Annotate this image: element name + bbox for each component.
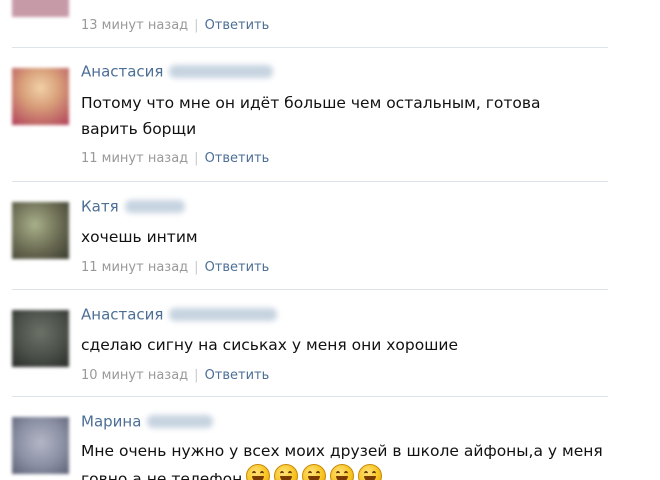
comment-text: Потому что мне он идёт больше чем осталь… <box>81 94 541 138</box>
comment-text: хочешь интим <box>81 228 198 246</box>
author-name[interactable]: Марина <box>81 413 141 431</box>
comment-time: 13 минут назад <box>81 18 189 33</box>
avatar[interactable] <box>12 202 69 259</box>
author-surname-blurred <box>169 308 278 321</box>
comment-time: 11 минут назад <box>81 151 189 166</box>
comment-item: 13 минут назад | Ответить <box>0 0 608 48</box>
avatar[interactable] <box>12 68 69 125</box>
avatar[interactable] <box>12 310 69 367</box>
comment-meta: 11 минут назад | Ответить <box>81 259 269 277</box>
grinning-face-icon <box>302 464 327 480</box>
comment-item: Катя хочешь интим 11 минут назад | Ответит… <box>0 182 608 290</box>
comment-text: сделаю сигну на сиськах у меня они хорош… <box>81 336 459 354</box>
meta-separator: | <box>194 260 199 275</box>
avatar[interactable] <box>12 0 69 17</box>
reply-link[interactable]: Ответить <box>205 151 270 166</box>
author-row: Анастасия <box>81 304 278 326</box>
author-surname-blurred <box>147 415 214 428</box>
comment-meta: 10 минут назад | Ответить <box>81 367 269 385</box>
comments-feed: 13 минут назад | Ответить Анастасия Потому… <box>0 0 660 480</box>
reply-link[interactable]: Ответить <box>205 368 270 383</box>
author-name[interactable]: Анастасия <box>81 306 163 324</box>
meta-separator: | <box>194 368 199 383</box>
comment-time: 10 минут назад <box>81 368 189 383</box>
author-surname-blurred <box>124 200 185 213</box>
comment-time: 11 минут назад <box>81 260 189 275</box>
comment-meta: 11 минут назад | Ответить <box>81 150 269 168</box>
author-name[interactable]: Анастасия <box>81 63 163 81</box>
meta-separator: | <box>194 151 199 166</box>
comment-item: Марина Мне очень нужно у всех моих друзе… <box>0 397 608 480</box>
comment-text: Мне очень нужно у всех моих друзей в шко… <box>81 438 609 480</box>
comment-item: Анастасия сделаю сигну на сиськах у меня… <box>0 290 608 396</box>
comment-meta: 13 минут назад | Ответить <box>81 17 269 35</box>
reply-link[interactable]: Ответить <box>205 18 270 33</box>
reply-link[interactable]: Ответить <box>205 260 270 275</box>
author-row: Марина <box>81 411 214 433</box>
grinning-face-icon <box>358 464 383 480</box>
grinning-face-icon <box>274 464 299 480</box>
grinning-face-icon <box>330 464 355 480</box>
meta-separator: | <box>194 18 199 33</box>
comment-item: Анастасия Потому что мне он идёт больше … <box>0 48 608 182</box>
avatar[interactable] <box>12 417 69 474</box>
author-row: Анастасия <box>81 61 274 83</box>
author-row: Катя <box>81 196 185 218</box>
grinning-face-icon <box>246 464 271 480</box>
author-name[interactable]: Катя <box>81 198 119 216</box>
author-surname-blurred <box>169 65 274 78</box>
